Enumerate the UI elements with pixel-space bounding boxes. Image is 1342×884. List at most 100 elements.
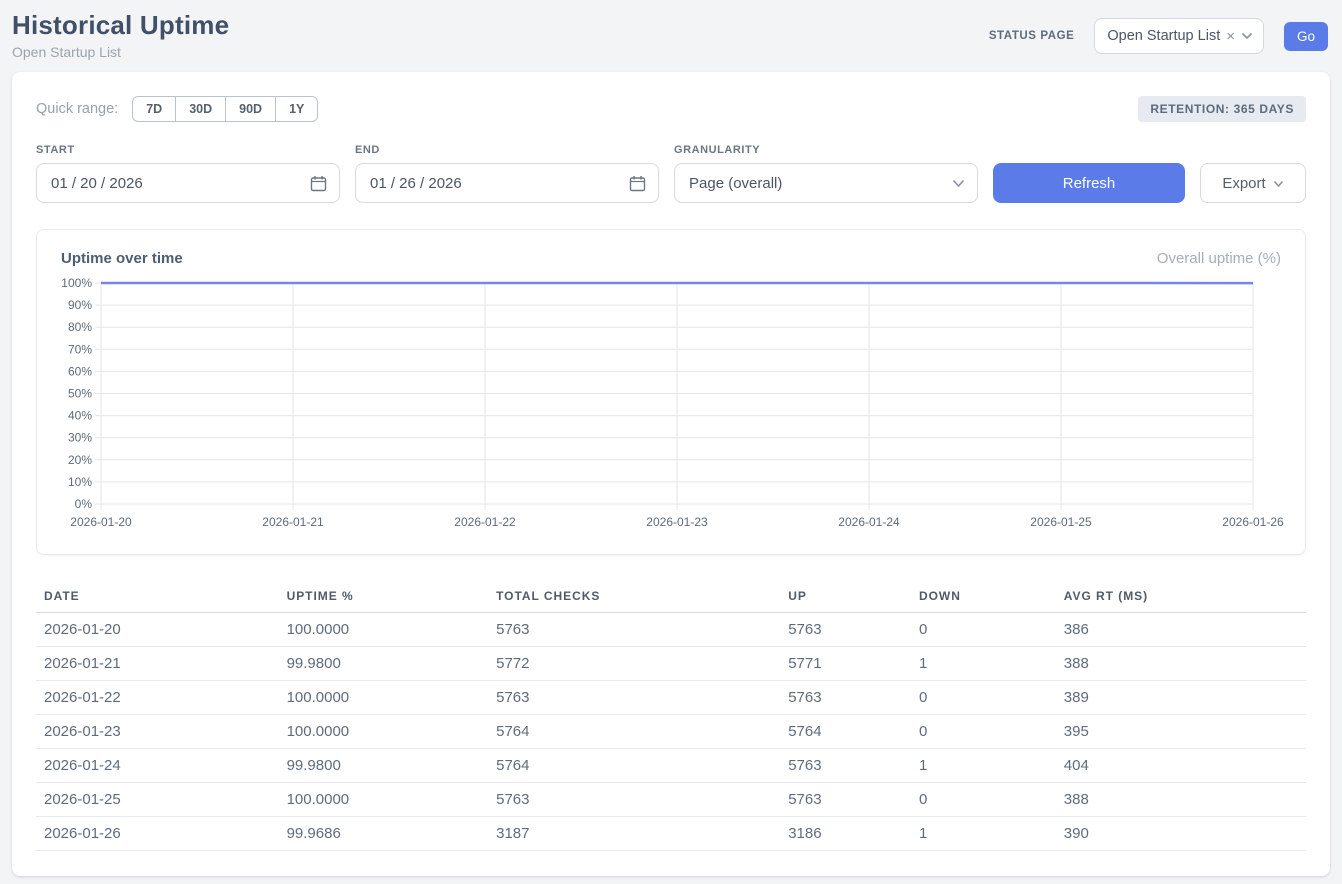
table-row: 2026-01-2199.9800577257711388: [36, 647, 1306, 681]
table-cell: 0: [911, 783, 1056, 817]
granularity-field-group: GRANULARITY Page (overall): [674, 144, 978, 203]
end-date-input[interactable]: 01 / 26 / 2026: [355, 163, 659, 203]
table-cell: 5771: [780, 647, 911, 681]
table-cell: 5763: [780, 613, 911, 647]
quick-range-button-1y[interactable]: 1Y: [275, 96, 318, 122]
y-axis-tick-label: 0%: [75, 497, 93, 511]
end-date-label: END: [355, 144, 659, 156]
chart-legend-label: Overall uptime (%): [1157, 250, 1281, 267]
table-cell: 2026-01-25: [36, 783, 279, 817]
table-cell: 100.0000: [279, 783, 489, 817]
table-cell: 100.0000: [279, 681, 489, 715]
chevron-down-icon: [1241, 28, 1253, 44]
table-cell: 5763: [488, 613, 780, 647]
table-cell: 0: [911, 681, 1056, 715]
y-axis-tick-label: 40%: [68, 409, 92, 423]
status-page-select[interactable]: Open Startup List ×: [1094, 18, 1264, 54]
y-axis-tick-label: 30%: [68, 431, 92, 445]
calendar-icon[interactable]: [629, 175, 646, 192]
export-button-label: Export: [1222, 175, 1265, 192]
quick-range-label: Quick range:: [36, 101, 118, 117]
table-cell: 388: [1056, 783, 1306, 817]
table-cell: 3186: [780, 817, 911, 851]
table-column-header: DATE: [36, 583, 279, 613]
top-header: Historical Uptime Open Startup List STAT…: [0, 0, 1342, 68]
table-row: 2026-01-23100.0000576457640395: [36, 715, 1306, 749]
main-card: Quick range: 7D30D90D1Y RETENTION: 365 D…: [12, 72, 1330, 876]
header-right: STATUS PAGE Open Startup List × Go: [989, 18, 1328, 54]
quick-range-button-7d[interactable]: 7D: [132, 96, 176, 122]
y-axis-tick-label: 50%: [68, 387, 92, 401]
x-axis-tick-label: 2026-01-21: [262, 515, 324, 529]
table-cell: 2026-01-20: [36, 613, 279, 647]
table-column-header: DOWN: [911, 583, 1056, 613]
title-block: Historical Uptime Open Startup List: [12, 10, 229, 60]
uptime-chart-card: Uptime over time Overall uptime (%) 0% 10…: [36, 229, 1306, 555]
table-column-header: TOTAL CHECKS: [488, 583, 780, 613]
table-cell: 100.0000: [279, 715, 489, 749]
filter-row-dates: START 01 / 20 / 2026 END 01 / 26 / 2026: [36, 144, 1306, 203]
quick-range-button-30d[interactable]: 30D: [175, 96, 226, 122]
table-cell: 5772: [488, 647, 780, 681]
table-row: 2026-01-22100.0000576357630389: [36, 681, 1306, 715]
table-column-header: AVG RT (MS): [1056, 583, 1306, 613]
page-title: Historical Uptime: [12, 10, 229, 41]
table-cell: 1: [911, 817, 1056, 851]
go-button[interactable]: Go: [1284, 22, 1328, 51]
clear-selection-icon[interactable]: ×: [1226, 28, 1235, 45]
table-cell: 5763: [488, 681, 780, 715]
start-date-label: START: [36, 144, 340, 156]
start-date-field-group: START 01 / 20 / 2026: [36, 144, 340, 203]
x-axis-tick-label: 2026-01-22: [454, 515, 516, 529]
table-cell: 5764: [488, 715, 780, 749]
chevron-down-icon: [1273, 175, 1284, 192]
start-date-value: 01 / 20 / 2026: [51, 175, 310, 192]
table-cell: 5763: [488, 783, 780, 817]
table-cell: 2026-01-21: [36, 647, 279, 681]
table-cell: 99.9686: [279, 817, 489, 851]
uptime-line-chart[interactable]: 0%10%20%30%40%50%60%70%80%90%100%2026-01…: [61, 277, 1281, 540]
y-axis-tick-label: 10%: [68, 475, 92, 489]
table-cell: 5764: [488, 749, 780, 783]
table-row: 2026-01-25100.0000576357630388: [36, 783, 1306, 817]
quick-range-button-group: 7D30D90D1Y: [132, 96, 318, 122]
chart-title: Uptime over time: [61, 250, 183, 267]
table-cell: 2026-01-23: [36, 715, 279, 749]
y-axis-tick-label: 100%: [61, 276, 92, 290]
table-cell: 404: [1056, 749, 1306, 783]
refresh-button[interactable]: Refresh: [993, 163, 1185, 203]
y-axis-tick-label: 80%: [68, 320, 92, 334]
table-cell: 5763: [780, 749, 911, 783]
granularity-label: GRANULARITY: [674, 144, 978, 156]
start-date-input[interactable]: 01 / 20 / 2026: [36, 163, 340, 203]
end-date-value: 01 / 26 / 2026: [370, 175, 629, 192]
end-date-field-group: END 01 / 26 / 2026: [355, 144, 659, 203]
table-row: 2026-01-20100.0000576357630386: [36, 613, 1306, 647]
y-axis-tick-label: 20%: [68, 453, 92, 467]
table-cell: 99.9800: [279, 647, 489, 681]
x-axis-tick-label: 2026-01-24: [838, 515, 900, 529]
table-row: 2026-01-2499.9800576457631404: [36, 749, 1306, 783]
table-cell: 3187: [488, 817, 780, 851]
granularity-select[interactable]: Page (overall): [674, 163, 978, 203]
table-cell: 5763: [780, 681, 911, 715]
filter-row-quick-range: Quick range: 7D30D90D1Y RETENTION: 365 D…: [36, 96, 1306, 122]
table-cell: 395: [1056, 715, 1306, 749]
uptime-table: DATEUPTIME %TOTAL CHECKSUPDOWNAVG RT (MS…: [36, 583, 1306, 851]
quick-range-button-90d[interactable]: 90D: [225, 96, 276, 122]
table-row: 2026-01-2699.9686318731861390: [36, 817, 1306, 851]
table-cell: 2026-01-24: [36, 749, 279, 783]
table-column-header: UP: [780, 583, 911, 613]
table-cell: 100.0000: [279, 613, 489, 647]
table-cell: 0: [911, 715, 1056, 749]
table-cell: 1: [911, 749, 1056, 783]
x-axis-tick-label: 2026-01-20: [70, 515, 132, 529]
table-cell: 389: [1056, 681, 1306, 715]
table-cell: 5764: [780, 715, 911, 749]
status-page-selected-value: Open Startup List: [1107, 28, 1220, 44]
chevron-down-icon: [952, 175, 965, 192]
y-axis-tick-label: 90%: [68, 298, 92, 312]
x-axis-tick-label: 2026-01-26: [1222, 515, 1284, 529]
calendar-icon[interactable]: [310, 175, 327, 192]
export-button[interactable]: Export: [1200, 163, 1306, 203]
